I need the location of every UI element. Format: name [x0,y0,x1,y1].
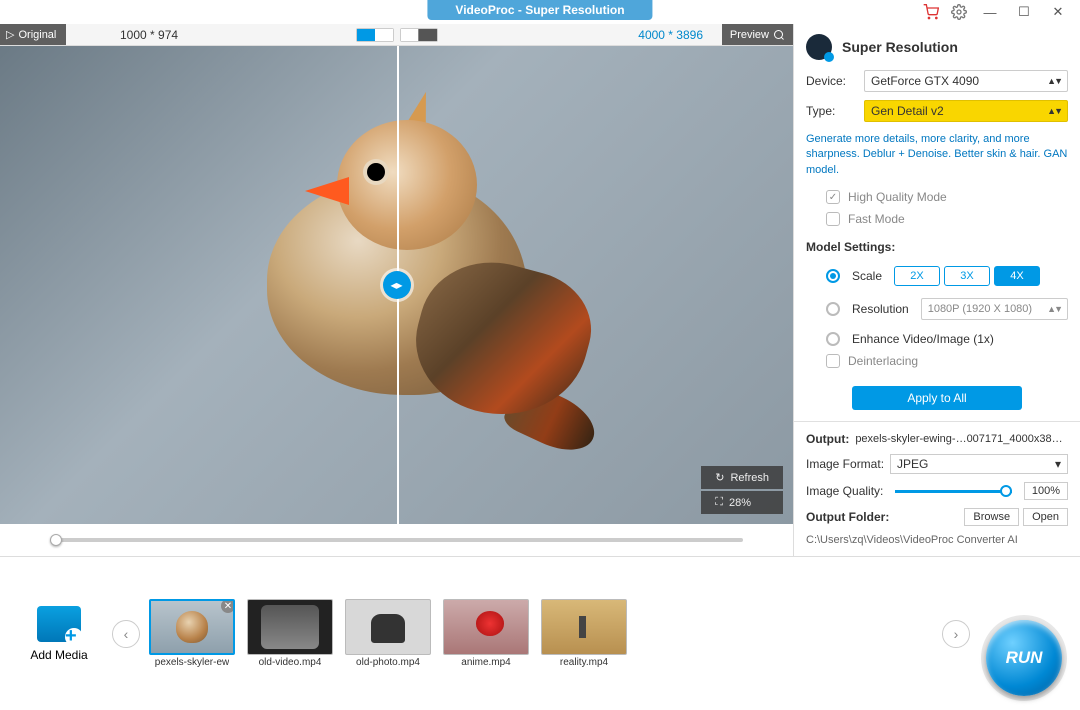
open-button[interactable]: Open [1023,508,1068,526]
device-select[interactable]: GetForce GTX 4090 ▲▼ [864,70,1068,92]
media-thumb-0[interactable]: ✕ pexels-skyler-ew [148,599,236,668]
zoom-text: 28% [729,497,751,509]
zoom-indicator[interactable]: ⛶ 28% [701,491,783,514]
add-media-icon [37,606,81,642]
resolution-label: Resolution [852,302,909,316]
thumb-close-icon[interactable]: ✕ [221,599,235,613]
media-thumb-4[interactable]: reality.mp4 [540,599,628,668]
preview-label[interactable]: Preview [722,24,793,45]
refresh-text: Refresh [730,472,769,484]
quality-value: 100% [1024,482,1068,500]
super-resolution-icon [806,34,832,60]
add-media-button[interactable]: Add Media [14,606,104,662]
select-updown-icon: ▲▼ [1047,304,1061,314]
thumb-label: anime.mp4 [461,657,510,668]
maximize-button[interactable]: ☐ [1010,2,1038,22]
fast-mode-label: Fast Mode [848,212,905,226]
format-value: JPEG [897,457,928,471]
cart-icon[interactable] [920,1,942,23]
deinterlacing-label: Deinterlacing [848,354,918,368]
device-value: GetForce GTX 4090 [871,74,979,88]
seek-track[interactable] [50,538,743,542]
media-thumb-3[interactable]: anime.mp4 [442,599,530,668]
apply-to-all-button[interactable]: Apply to All [852,386,1022,410]
select-updown-icon: ▲▼ [1047,76,1061,86]
folder-path: C:\Users\zq\Videos\VideoProc Converter A… [806,534,1068,546]
split-handle[interactable]: ◂▸ [383,271,411,299]
chevron-down-icon: ▾ [1055,457,1061,471]
media-thumb-2[interactable]: old-photo.mp4 [344,599,432,668]
format-label: Image Format: [806,457,884,471]
folder-label: Output Folder: [806,510,889,524]
high-quality-checkbox[interactable]: High Quality Mode [806,190,1068,204]
app-title: VideoProc - Super Resolution [427,0,652,20]
side-view-toggle[interactable] [400,28,438,42]
thumb-label: pexels-skyler-ew [155,657,229,668]
original-label[interactable]: ▷ Original [0,24,66,45]
original-dimensions: 1000 * 974 [120,28,178,42]
fast-mode-checkbox[interactable]: Fast Mode [806,212,1068,226]
thumbs-prev[interactable]: ‹ [112,620,140,648]
quality-label: Image Quality: [806,484,883,498]
quality-thumb[interactable] [1000,485,1012,497]
select-updown-icon: ▲▼ [1047,106,1061,116]
browse-button[interactable]: Browse [964,508,1019,526]
type-select[interactable]: Gen Detail v2 ▲▼ [864,100,1068,122]
split-view-toggle[interactable] [356,28,394,42]
thumbs-next[interactable]: › [942,620,970,648]
model-settings-label: Model Settings: [806,240,1068,254]
scale-3x[interactable]: 3X [944,266,990,286]
high-quality-label: High Quality Mode [848,190,947,204]
panel-title: Super Resolution [842,39,958,55]
enhance-radio[interactable] [826,332,840,346]
run-button[interactable]: RUN [986,620,1062,696]
close-button[interactable]: ✕ [1044,2,1072,22]
preview-text: Preview [730,29,769,41]
output-filename: pexels-skyler-ewing-…007171_4000x3896.jp… [855,433,1068,445]
quality-slider[interactable] [895,490,1012,493]
resolution-radio[interactable] [826,302,840,316]
type-label: Type: [806,104,854,118]
seek-thumb[interactable] [50,534,62,546]
refresh-icon: ↻ [715,471,724,484]
play-icon: ▷ [6,28,14,41]
focus-icon: ⛶ [715,496,723,509]
type-description: Generate more details, more clarity, and… [806,130,1068,182]
minimize-button[interactable]: — [976,2,1004,22]
scale-4x[interactable]: 4X [994,266,1040,286]
format-select[interactable]: JPEG ▾ [890,454,1068,474]
output-dimensions: 4000 * 3896 [638,28,703,42]
deinterlacing-checkbox[interactable]: Deinterlacing [806,354,1068,368]
refresh-button[interactable]: ↻ Refresh [701,466,783,489]
scale-radio[interactable] [826,269,840,283]
device-label: Device: [806,74,854,88]
resolution-value: 1080P (1920 X 1080) [928,303,1032,315]
gear-icon[interactable] [948,1,970,23]
thumb-label: old-photo.mp4 [356,657,420,668]
add-media-label: Add Media [30,648,87,662]
search-icon [773,29,785,41]
thumb-label: old-video.mp4 [259,657,322,668]
output-label: Output: [806,432,849,446]
thumb-label: reality.mp4 [560,657,608,668]
original-text: Original [18,29,56,41]
media-thumb-1[interactable]: old-video.mp4 [246,599,334,668]
type-value: Gen Detail v2 [871,104,944,118]
resolution-select[interactable]: 1080P (1920 X 1080) ▲▼ [921,298,1068,320]
scale-label: Scale [852,269,882,283]
scale-2x[interactable]: 2X [894,266,940,286]
enhance-label: Enhance Video/Image (1x) [852,332,994,346]
preview-canvas[interactable]: ◂▸ ↻ Refresh ⛶ 28% [0,46,793,524]
